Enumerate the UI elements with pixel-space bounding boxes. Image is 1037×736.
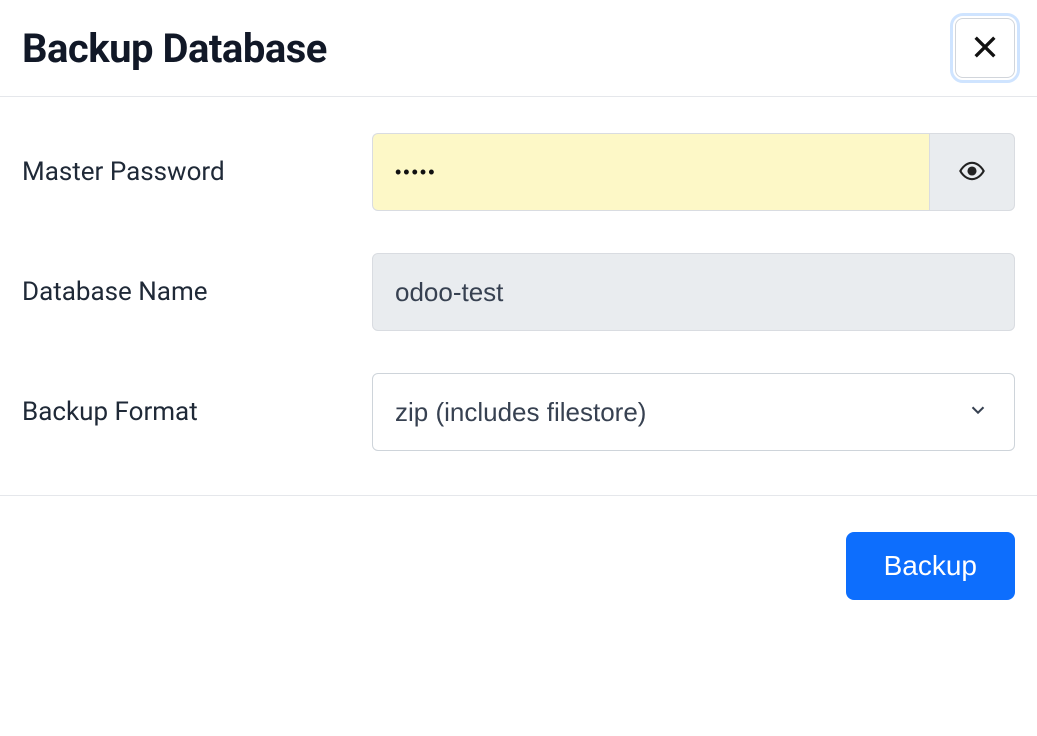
backup-format-row: Backup Format zip (includes filestore): [22, 373, 1015, 451]
backup-format-select[interactable]: zip (includes filestore): [372, 373, 1015, 451]
close-icon: [969, 31, 1001, 66]
modal-body: Master Password Database Nam: [0, 97, 1037, 495]
close-button[interactable]: [955, 18, 1015, 78]
master-password-row: Master Password: [22, 133, 1015, 211]
modal-footer: Backup: [0, 495, 1037, 636]
master-password-input[interactable]: [372, 133, 929, 211]
database-name-input[interactable]: [372, 253, 1015, 331]
backup-button[interactable]: Backup: [846, 532, 1015, 600]
backup-format-label: Backup Format: [22, 397, 372, 427]
toggle-password-visibility-button[interactable]: [929, 133, 1015, 211]
modal-title: Backup Database: [22, 25, 327, 72]
database-name-row: Database Name: [22, 253, 1015, 331]
modal-header: Backup Database: [0, 0, 1037, 97]
master-password-label: Master Password: [22, 157, 372, 187]
database-name-label: Database Name: [22, 277, 372, 307]
eye-icon: [958, 157, 986, 188]
backup-database-modal: Backup Database Master Password: [0, 0, 1037, 636]
